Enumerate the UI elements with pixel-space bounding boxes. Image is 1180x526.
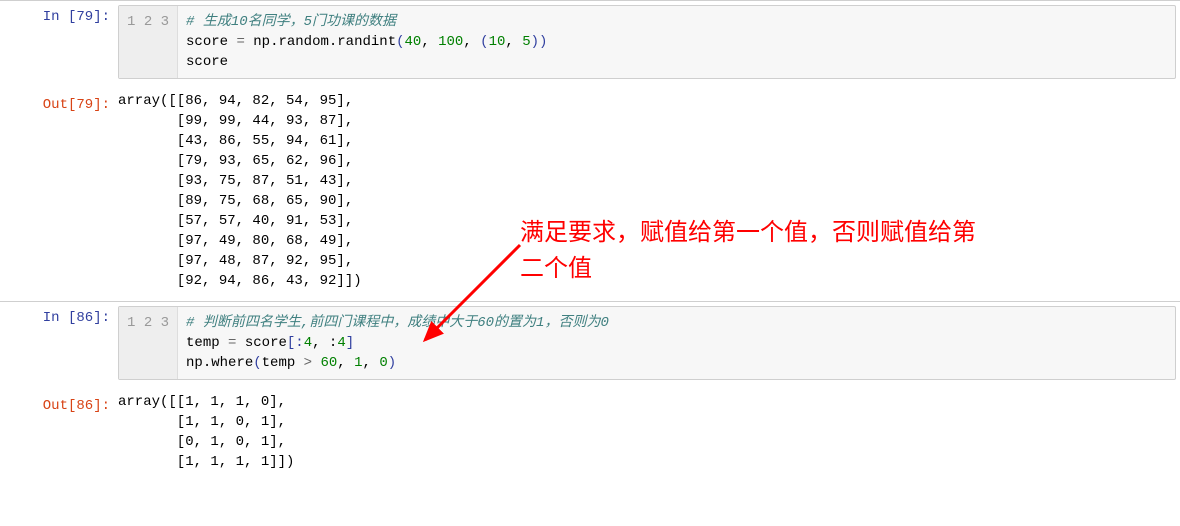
out-prompt-1: Out[79]: bbox=[0, 89, 118, 291]
annotation-line-2: 二个值 bbox=[520, 251, 1140, 287]
out-prompt-2: Out[86]: bbox=[0, 390, 118, 472]
code-cell-1: In [79]: 1 2 3 # 生成10名同学，5门功课的数据 score =… bbox=[0, 0, 1180, 83]
in-prompt-1: In [79]: bbox=[0, 1, 118, 83]
code-input-area-2[interactable]: 1 2 3 # 判断前四名学生,前四门课程中，成绩中大于60的置为1，否则为0 … bbox=[118, 306, 1176, 380]
output-content-2: array([[1, 1, 1, 0], [1, 1, 0, 1], [0, 1… bbox=[118, 390, 294, 472]
in-prompt-2: In [86]: bbox=[0, 302, 118, 384]
line-gutter-2: 1 2 3 bbox=[119, 307, 178, 379]
code-content-1: # 生成10名同学，5门功课的数据 score = np.random.rand… bbox=[178, 6, 555, 78]
output-row-2: Out[86]: array([[1, 1, 1, 0], [1, 1, 0, … bbox=[0, 384, 1180, 482]
code-content-2: # 判断前四名学生,前四门课程中，成绩中大于60的置为1，否则为0 temp =… bbox=[178, 307, 617, 379]
arrow-icon bbox=[410, 240, 540, 350]
code-cell-2: In [86]: 1 2 3 # 判断前四名学生,前四门课程中，成绩中大于60的… bbox=[0, 301, 1180, 384]
code-input-area-1[interactable]: 1 2 3 # 生成10名同学，5门功课的数据 score = np.rando… bbox=[118, 5, 1176, 79]
output-content-1: array([[86, 94, 82, 54, 95], [99, 99, 44… bbox=[118, 89, 362, 291]
line-gutter-1: 1 2 3 bbox=[119, 6, 178, 78]
annotation-line-1: 满足要求，赋值给第一个值，否则赋值给第 bbox=[520, 215, 1140, 251]
annotation-text: 满足要求，赋值给第一个值，否则赋值给第 二个值 bbox=[520, 215, 1140, 287]
